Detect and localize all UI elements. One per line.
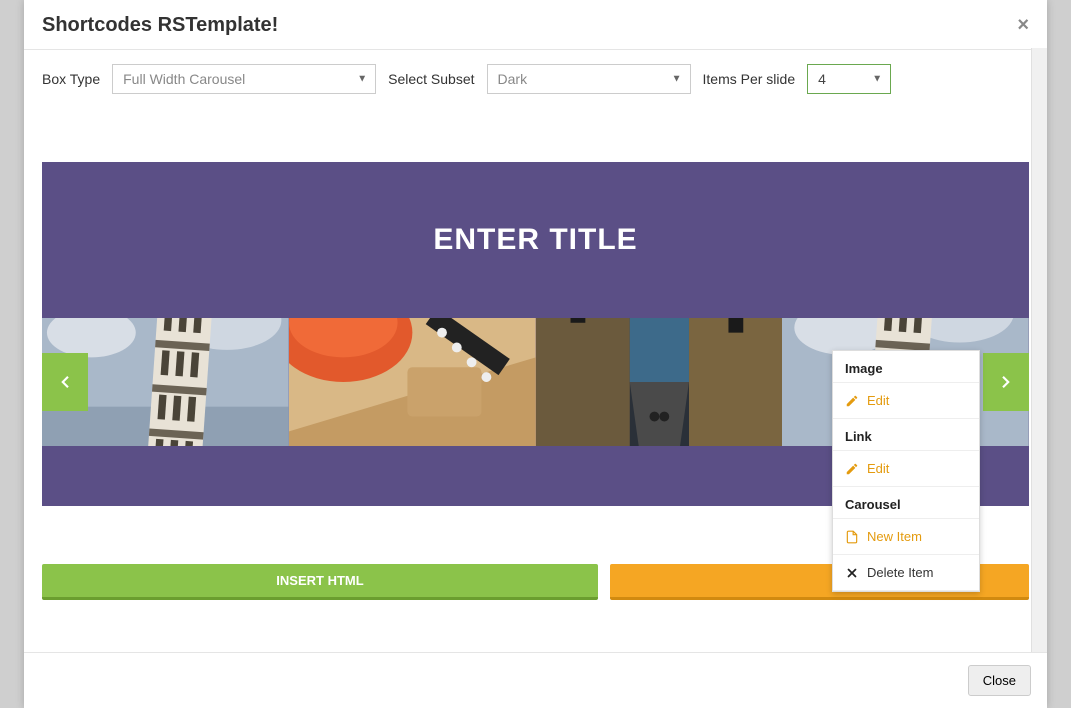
cm-section-link: Link xyxy=(833,419,979,451)
cm-section-carousel: Carousel xyxy=(833,487,979,519)
slide-image-desk xyxy=(289,318,536,446)
cm-delete-item-label: Delete Item xyxy=(867,565,933,580)
subset-select[interactable]: Dark ▼ xyxy=(487,64,691,94)
insert-html-button[interactable]: INSERT HTML xyxy=(42,564,598,600)
context-menu: Image Edit Link Edit Carousel New Item D… xyxy=(832,350,980,592)
chevron-down-icon: ▼ xyxy=(357,74,367,85)
pencil-icon xyxy=(845,462,859,476)
cm-delete-item[interactable]: Delete Item xyxy=(833,555,979,591)
chevron-down-icon: ▼ xyxy=(672,74,682,85)
cm-edit-link[interactable]: Edit xyxy=(833,451,979,487)
cm-section-image: Image xyxy=(833,351,979,383)
modal-header: Shortcodes RSTemplate! × xyxy=(24,0,1047,50)
controls-row: Box Type Full Width Carousel ▼ Select Su… xyxy=(42,64,1029,94)
slide-image-street xyxy=(536,318,783,446)
chevron-right-icon xyxy=(997,368,1015,396)
modal-dialog: Shortcodes RSTemplate! × Box Type Full W… xyxy=(24,0,1047,708)
items-per-slide-select[interactable]: 4 ▼ xyxy=(807,64,891,94)
x-icon xyxy=(845,566,859,580)
box-type-select[interactable]: Full Width Carousel ▼ xyxy=(112,64,376,94)
cm-new-item-label: New Item xyxy=(867,529,922,544)
file-icon xyxy=(845,530,859,544)
cm-edit-image[interactable]: Edit xyxy=(833,383,979,419)
modal-title: Shortcodes RSTemplate! xyxy=(42,14,278,37)
subset-value: Dark xyxy=(498,71,528,87)
pencil-icon xyxy=(845,394,859,408)
carousel-title[interactable]: ENTER TITLE xyxy=(433,223,637,257)
carousel-next-button[interactable] xyxy=(983,353,1029,411)
close-button[interactable]: Close xyxy=(968,665,1031,696)
carousel-slide[interactable] xyxy=(289,318,536,446)
scrollbar[interactable] xyxy=(1031,48,1047,652)
items-per-slide-label: Items Per slide xyxy=(703,71,796,87)
close-icon[interactable]: × xyxy=(1017,14,1029,37)
cm-edit-image-label: Edit xyxy=(867,393,889,408)
carousel-slide[interactable] xyxy=(536,318,783,446)
items-per-slide-value: 4 xyxy=(818,71,826,87)
chevron-down-icon: ▼ xyxy=(872,74,882,85)
box-type-label: Box Type xyxy=(42,71,100,87)
carousel-prev-button[interactable] xyxy=(42,353,88,411)
modal-footer: Close xyxy=(24,652,1047,708)
chevron-left-icon xyxy=(56,368,74,396)
cm-new-item[interactable]: New Item xyxy=(833,519,979,555)
subset-label: Select Subset xyxy=(388,71,474,87)
carousel-header: ENTER TITLE xyxy=(42,162,1029,318)
box-type-value: Full Width Carousel xyxy=(123,71,245,87)
cm-edit-link-label: Edit xyxy=(867,461,889,476)
